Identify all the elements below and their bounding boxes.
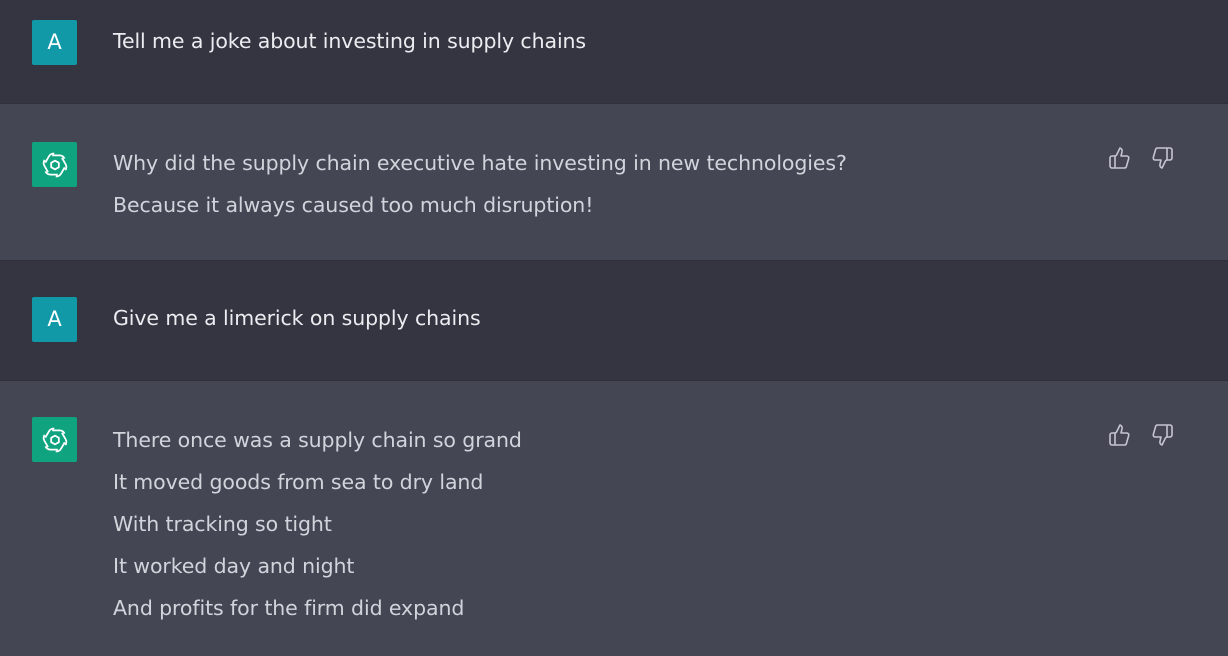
message-line: It moved goods from sea to dry land — [113, 470, 484, 494]
user-message: A Give me a limerick on supply chains — [0, 260, 1228, 380]
message-line: There once was a supply chain so grand — [113, 428, 522, 452]
assistant-avatar — [32, 417, 77, 462]
thumbs-up-button[interactable] — [1108, 146, 1132, 170]
assistant-avatar — [32, 142, 77, 187]
message-text: Why did the supply chain executive hate … — [113, 142, 847, 226]
message-line: Because it always caused too much disrup… — [113, 193, 594, 217]
openai-logo-icon — [42, 427, 67, 452]
user-avatar: A — [32, 297, 77, 342]
message-line: Why did the supply chain executive hate … — [113, 151, 847, 175]
user-message: A Tell me a joke about investing in supp… — [0, 0, 1228, 103]
message-line: With tracking so tight — [113, 512, 332, 536]
thumbs-down-button[interactable] — [1150, 146, 1174, 170]
assistant-message: Why did the supply chain executive hate … — [0, 103, 1228, 260]
assistant-message: There once was a supply chain so grand I… — [0, 380, 1228, 656]
user-avatar-letter: A — [47, 30, 62, 54]
message-text: There once was a supply chain so grand I… — [113, 419, 522, 629]
thumbs-up-icon — [1109, 147, 1130, 169]
user-avatar-letter: A — [47, 307, 62, 331]
feedback-buttons — [1108, 423, 1174, 447]
message-line: It worked day and night — [113, 554, 355, 578]
message-line: Give me a limerick on supply chains — [113, 306, 481, 330]
thumbs-up-icon — [1109, 424, 1130, 446]
openai-logo-icon — [42, 152, 67, 177]
message-text: Give me a limerick on supply chains — [113, 297, 481, 339]
feedback-buttons — [1108, 146, 1174, 170]
thumbs-down-button[interactable] — [1150, 423, 1174, 447]
message-line: And profits for the firm did expand — [113, 596, 465, 620]
message-text: Tell me a joke about investing in supply… — [113, 20, 586, 62]
message-line: Tell me a joke about investing in supply… — [113, 29, 587, 53]
user-avatar: A — [32, 20, 77, 65]
thumbs-up-button[interactable] — [1108, 423, 1132, 447]
thumbs-down-icon — [1152, 147, 1173, 169]
thumbs-down-icon — [1152, 424, 1173, 446]
chat-thread: A Tell me a joke about investing in supp… — [0, 0, 1228, 656]
